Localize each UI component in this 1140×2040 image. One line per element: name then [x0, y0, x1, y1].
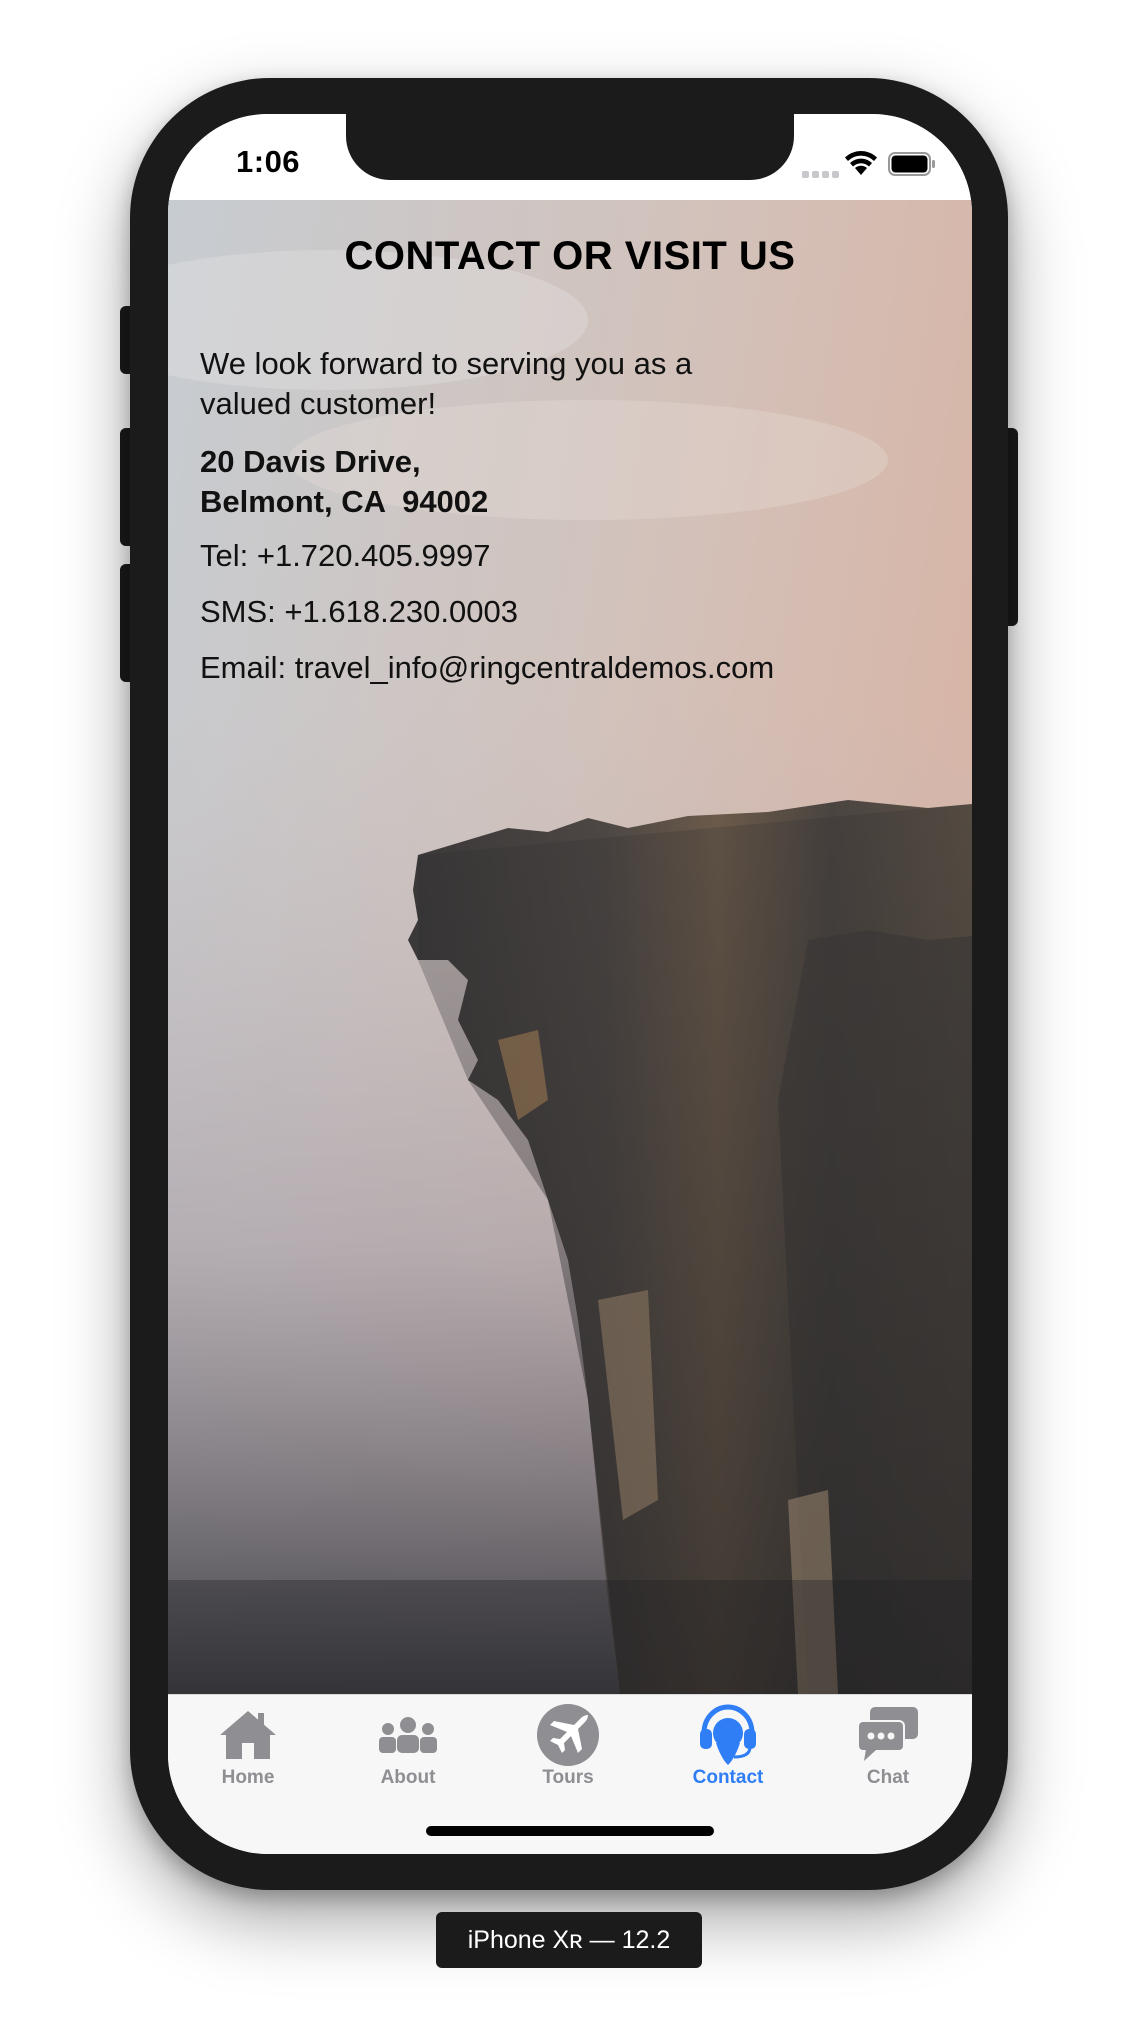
airplane-icon	[537, 1704, 599, 1766]
email-address[interactable]: Email: travel_info@ringcentraldemos.com	[200, 648, 774, 688]
home-indicator[interactable]	[426, 1826, 714, 1836]
tab-chat[interactable]: Chat	[808, 1695, 968, 1795]
cellular-signal-icon	[802, 166, 842, 178]
sms-number[interactable]: SMS: +1.618.230.0003	[200, 592, 518, 632]
home-icon	[220, 1711, 276, 1759]
battery-icon	[888, 152, 935, 176]
tab-tours[interactable]: Tours	[488, 1695, 648, 1795]
page-title: CONTACT OR VISIT US	[344, 234, 796, 278]
status-bar: 1:06	[168, 114, 972, 200]
tab-tours-label: Tours	[542, 1767, 594, 1788]
notch	[346, 114, 794, 180]
tab-about[interactable]: About	[328, 1695, 488, 1795]
people-icon	[379, 1717, 437, 1753]
phone-number[interactable]: Tel: +1.720.405.9997	[200, 536, 490, 576]
chat-bubbles-icon	[857, 1707, 918, 1761]
wifi-icon	[845, 151, 877, 175]
tab-about-label: About	[380, 1767, 436, 1788]
phone-screen: 1:06 CONTACT OR VISIT US We look forward…	[168, 114, 972, 1854]
tab-home[interactable]: Home	[168, 1695, 328, 1795]
status-time: 1:06	[236, 144, 301, 179]
cliff-background-image	[168, 200, 972, 1694]
tab-chat-label: Chat	[866, 1767, 910, 1788]
simulator-device-label: iPhone Xʀ — 12.2	[436, 1912, 702, 1968]
address-line-1: 20 Davis Drive,	[200, 444, 421, 479]
tab-contact-label: Contact	[692, 1767, 764, 1788]
contact-page: CONTACT OR VISIT US We look forward to s…	[168, 200, 972, 1694]
tab-home-label: Home	[221, 1767, 275, 1788]
intro-text: We look forward to serving you as a valu…	[200, 346, 693, 421]
address-block: 20 Davis Drive, Belmont, CA 94002	[200, 442, 800, 522]
headset-icon	[700, 1704, 756, 1765]
tab-contact[interactable]: Contact	[648, 1695, 808, 1795]
address-line-2: Belmont, CA 94002	[200, 484, 489, 519]
